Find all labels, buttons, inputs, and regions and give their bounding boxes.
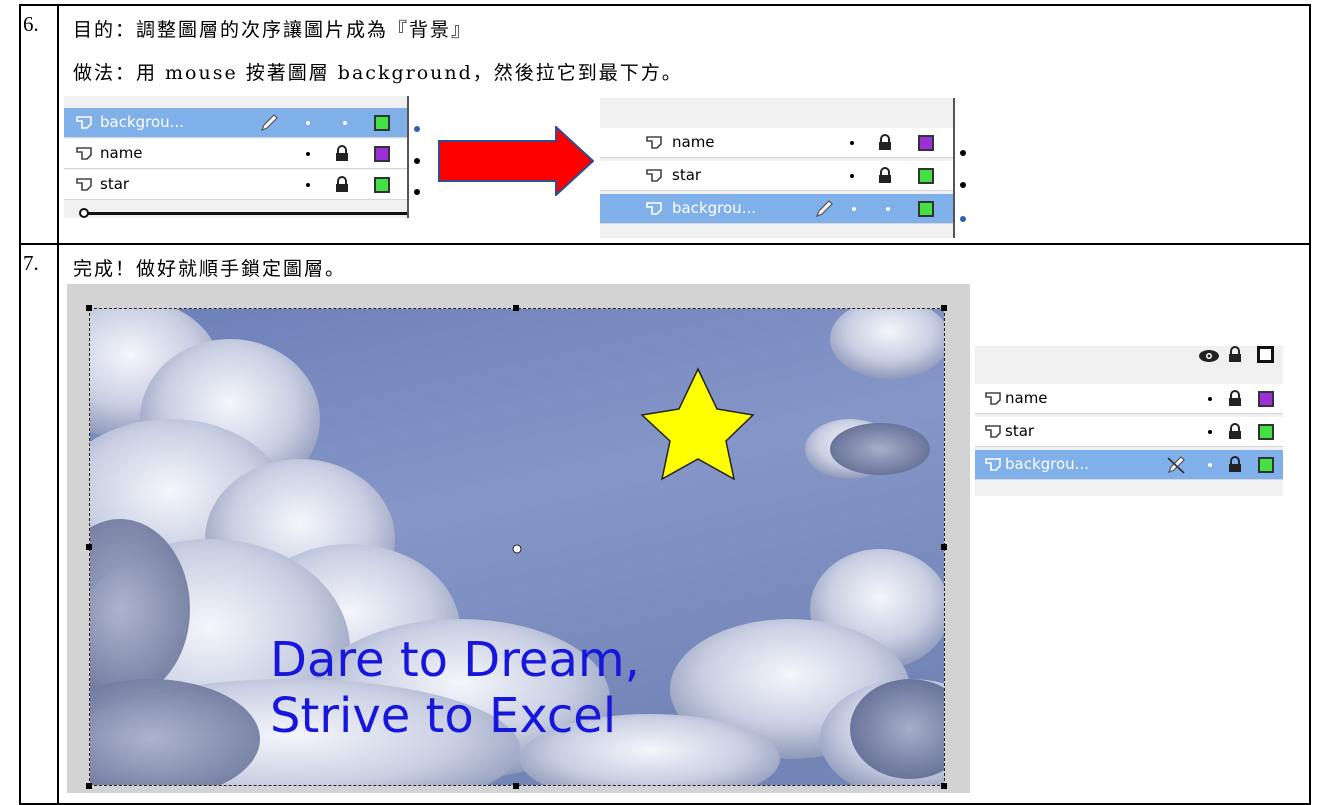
table-column-divider [57,4,59,805]
layer-icon [646,169,662,182]
table-border-middle [19,243,1311,245]
frame-dot [960,182,966,188]
lock-icon[interactable] [1228,456,1242,473]
visibility-dot[interactable] [1208,463,1212,467]
layer-name: backgrou... [1005,455,1089,473]
table-border-right [1309,4,1311,805]
layer-name: name [672,133,715,151]
layer-color-swatch[interactable] [374,115,390,131]
layer-name: name [100,144,143,162]
layer-color-swatch[interactable] [1258,391,1274,407]
arrow-right-icon [438,126,594,196]
table-border-left [19,4,21,805]
selection-handle[interactable] [86,783,92,789]
selection-handle[interactable] [513,305,519,311]
layer-color-swatch[interactable] [1258,457,1274,473]
layer-row[interactable]: backgrou... [64,108,407,138]
selection-handle[interactable] [941,783,947,789]
layer-row[interactable]: backgrou... [975,450,1283,480]
layer-icon [76,116,92,129]
layer-row[interactable]: star [600,161,953,191]
drag-insertion-handle [79,208,89,218]
visibility-dot[interactable] [852,207,856,211]
layer-panel-before: backgrou... name star [64,96,427,218]
lock-dot[interactable] [343,121,347,125]
step-number: 6. [23,12,39,36]
frame-column [407,96,427,218]
step-number: 7. [23,251,39,275]
layer-row[interactable]: star [975,417,1283,447]
frame-dot [414,126,420,132]
visibility-dot[interactable] [1208,430,1212,434]
selection-handle[interactable] [941,544,947,550]
layer-panel-after: name star backgrou... [600,98,973,238]
layer-icon [985,458,1001,471]
layer-color-swatch[interactable] [1258,424,1274,440]
frame-column [953,98,973,238]
layer-icon [985,392,1001,405]
frame-dot [414,158,420,164]
selection-handle[interactable] [86,544,92,550]
layer-icon [76,178,92,191]
layer-panel-locked: name star backgrou... [975,346,1283,496]
pencil-icon [260,114,278,132]
eye-icon[interactable] [1197,348,1221,364]
layer-color-swatch[interactable] [374,177,390,193]
lock-icon[interactable] [335,145,349,162]
visibility-dot[interactable] [1208,397,1212,401]
layer-name: name [1005,389,1048,407]
lock-icon[interactable] [878,134,892,151]
layer-icon [76,147,92,160]
selection-handle[interactable] [941,305,947,311]
visibility-dot[interactable] [850,174,854,178]
layer-row[interactable]: star [64,170,407,200]
layer-icon [985,425,1001,438]
step-method-text: 做法：用 mouse 按著圖層 background，然後拉它到最下方。 [73,62,683,84]
layer-name: backgrou... [100,113,184,131]
layer-color-swatch[interactable] [918,201,934,217]
layer-name: backgrou... [672,199,756,217]
drag-insertion-line [86,212,407,215]
layer-row[interactable]: name [975,384,1283,414]
visibility-dot[interactable] [306,183,310,187]
visibility-dot[interactable] [850,141,854,145]
layer-row[interactable]: backgrou... [600,194,953,224]
layer-icon [646,202,662,215]
frame-dot [414,189,420,195]
layer-name: star [672,166,702,184]
stage-text-line1: Dare to Dream, [270,632,640,688]
layer-color-swatch[interactable] [374,146,390,162]
lock-dot[interactable] [886,207,890,211]
pencil-icon [815,200,833,218]
outline-square-icon[interactable] [1257,346,1274,363]
stage-text-line2: Strive to Excel [270,688,617,744]
visibility-dot[interactable] [306,121,310,125]
lock-icon[interactable] [1228,346,1242,363]
layer-color-swatch[interactable] [918,135,934,151]
layer-row[interactable]: name [600,128,953,158]
layer-color-swatch[interactable] [918,168,934,184]
step-text: 完成！做好就順手鎖定圖層。 [73,258,347,280]
crossed-pencil-icon [1167,456,1185,474]
lock-icon[interactable] [1228,390,1242,407]
frame-dot [960,216,966,222]
layer-icon [646,136,662,149]
layer-row[interactable]: name [64,139,407,169]
layer-name: star [100,175,130,193]
selection-handle[interactable] [86,305,92,311]
step-goal-text: 目的：調整圖層的次序讓圖片成為『背景』 [73,19,473,41]
lock-icon[interactable] [878,167,892,184]
table-border-top [19,4,1311,6]
background-image[interactable]: Dare to Dream, Strive to Excel [89,308,945,786]
selection-handle[interactable] [513,783,519,789]
visibility-dot[interactable] [306,152,310,156]
stage-canvas[interactable]: Dare to Dream, Strive to Excel [67,284,970,793]
lock-icon[interactable] [1228,423,1242,440]
frame-dot [960,150,966,156]
lock-icon[interactable] [335,176,349,193]
layer-name: star [1005,422,1035,440]
